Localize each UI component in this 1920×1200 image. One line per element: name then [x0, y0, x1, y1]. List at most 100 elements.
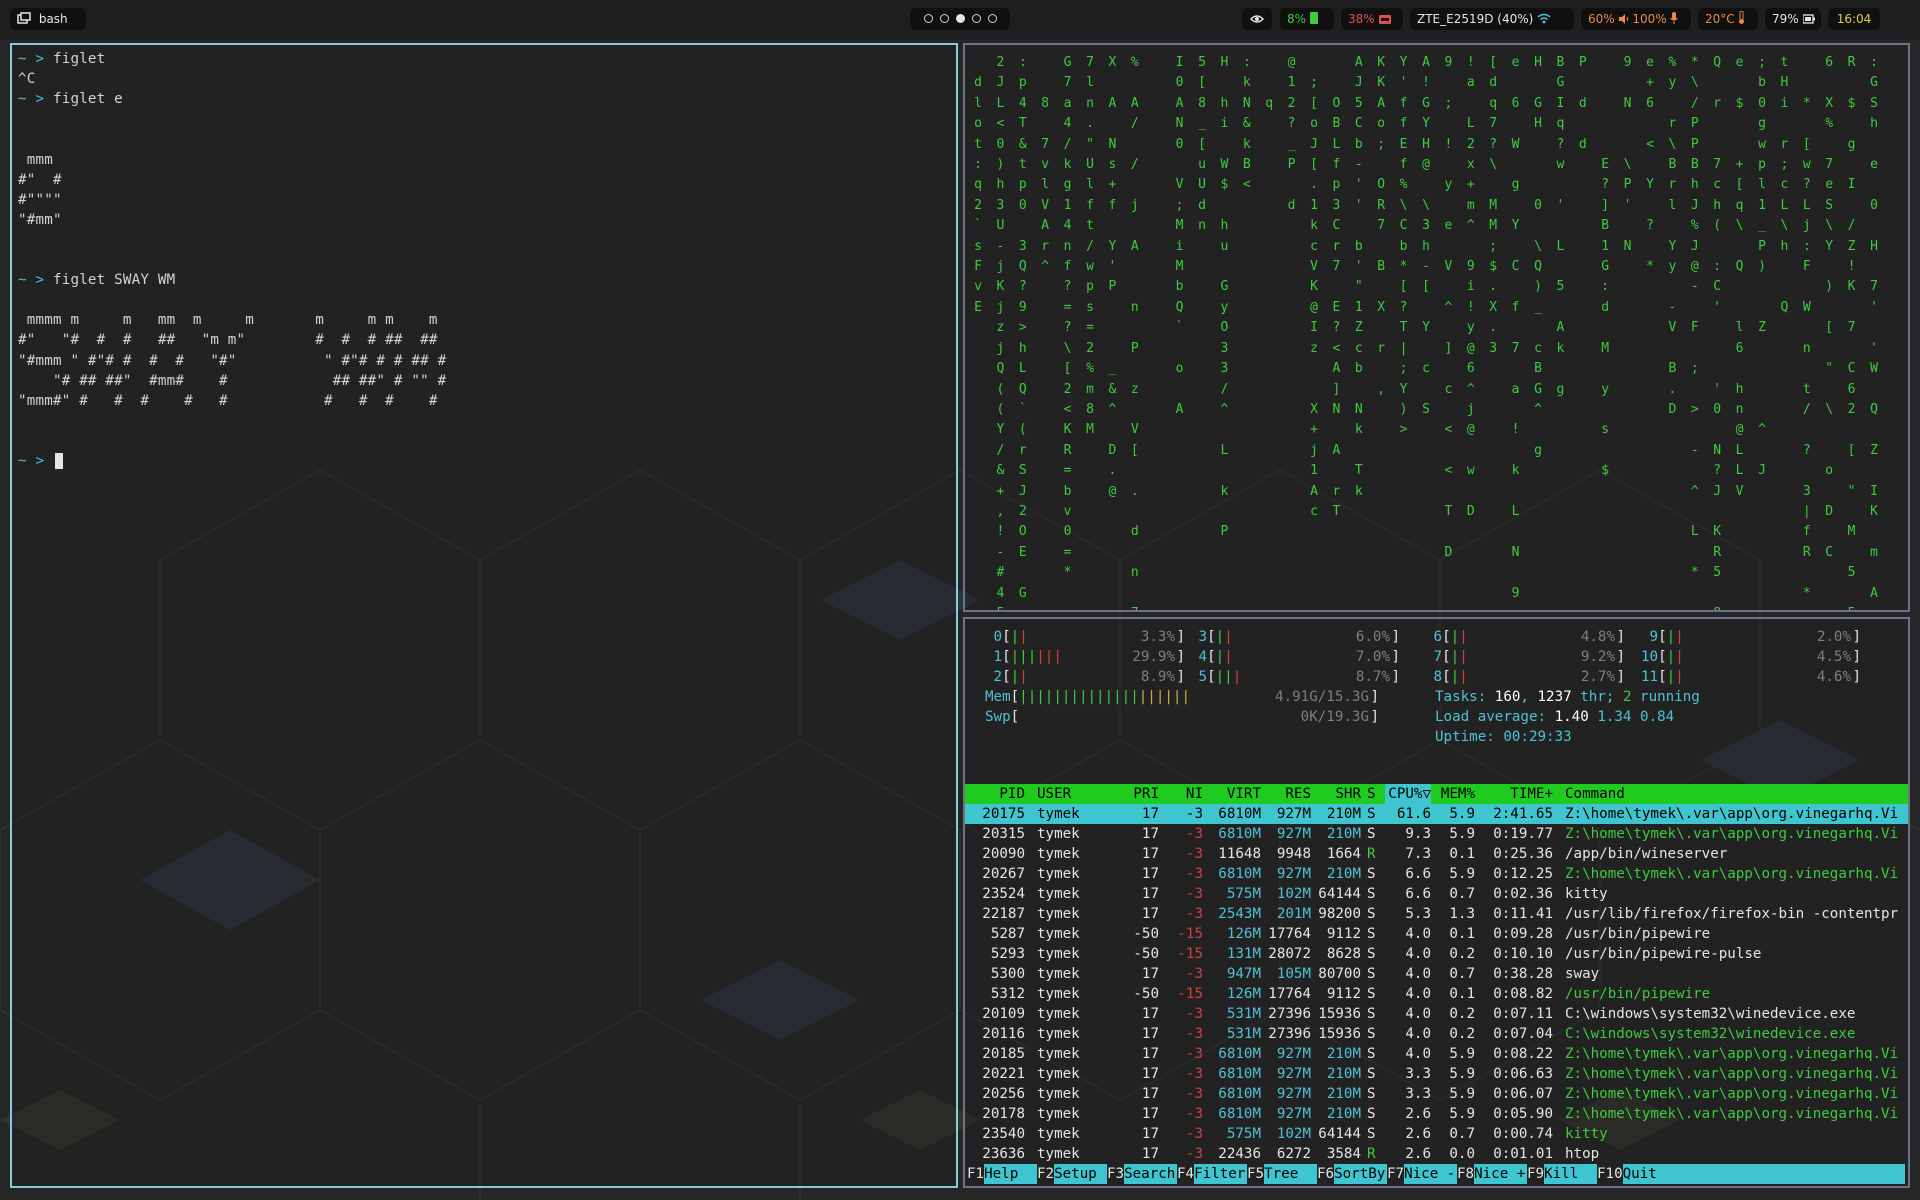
column-header-pri[interactable]: PRI — [1105, 784, 1159, 804]
uptime: Uptime: 00:29:33 — [1435, 727, 1572, 747]
process-ni: -3 — [1185, 1126, 1203, 1142]
fkey-f7[interactable]: F7Nice - — [1387, 1164, 1457, 1184]
fkey-f10[interactable]: F10Quit — [1597, 1164, 1905, 1184]
window-title-pill[interactable]: bash — [10, 8, 86, 30]
fkey-f5[interactable]: F5Tree — [1247, 1164, 1317, 1184]
text-cursor — [54, 453, 63, 469]
uptime-value: 00:29:33 — [1503, 729, 1572, 745]
bracket: [ — [1207, 669, 1216, 685]
process-row[interactable]: 5312 tymek -50 -15 126M 17764 9112 S 4.0 0.1 0:08.… — [965, 984, 1908, 1004]
process-shr: 80700 — [1318, 966, 1361, 982]
cpu-percent: 6.0% — [1355, 629, 1390, 645]
volume-value: 100% — [1632, 12, 1667, 26]
fkey-f4[interactable]: F4Filter — [1177, 1164, 1247, 1184]
terminal-line: #"""" — [18, 190, 62, 210]
terminal-bash[interactable]: ~ > figlet ^C ~ > figlet e mmm #" # #"""" "#m… — [10, 43, 958, 1188]
cpu-bar-sys: | — [1232, 669, 1242, 685]
process-pid: 20256 — [982, 1086, 1025, 1102]
column-header-ni[interactable]: NI — [1165, 784, 1203, 804]
process-pri: 17 — [1141, 806, 1159, 822]
process-shr: 210M — [1326, 806, 1361, 822]
column-header-time[interactable]: TIME+ — [1481, 784, 1553, 804]
bracket: [ — [1442, 649, 1451, 665]
fkey-f3[interactable]: F3Search — [1107, 1164, 1177, 1184]
process-res: 102M — [1276, 1126, 1311, 1142]
process-row[interactable]: 20267 tymek 17 -3 6810M 927M 210M S 6.6 5.9 0:12.2… — [965, 864, 1908, 884]
process-row[interactable]: 23540 tymek 17 -3 575M 102M 64144 S 2.6 0.7 0:00.7… — [965, 1124, 1908, 1144]
process-res: 27396 — [1268, 1006, 1311, 1022]
process-row[interactable]: 20090 tymek 17 -3 11648 9948 1664 R 7.3 0.1 0:25.3… — [965, 844, 1908, 864]
process-row[interactable]: 23636 tymek 17 -3 22436 6272 3584 R 2.6 0.0 0:01.0… — [965, 1144, 1908, 1164]
running-label: running — [1631, 689, 1700, 705]
workspace-3[interactable] — [956, 14, 965, 23]
process-table-header[interactable]: PID USER PRI NI VIRT RES SHR S CPU%▽ MEM% TIME+ Com… — [965, 784, 1908, 804]
process-row[interactable]: 20315 tymek 17 -3 6810M 927M 210M S 9.3 5.9 0:19.7… — [965, 824, 1908, 844]
fkey-f9[interactable]: F9Kill — [1527, 1164, 1597, 1184]
terminal-cmatrix[interactable]: d l o t : q 2 ` s F v E 2 J L < 0 ) h 3 U… — [963, 43, 1910, 612]
process-user: tymek — [1037, 1026, 1080, 1042]
cpu-id: 8 — [1425, 669, 1443, 685]
process-shr: 3584 — [1326, 1146, 1361, 1162]
matrix-column: O B L f p 3 C r 7 E ? < A ] N A r T — [1332, 95, 1341, 519]
column-header-cpu[interactable]: CPU%▽ — [1385, 784, 1431, 804]
prompt: ~ > — [18, 453, 53, 469]
microphone-icon — [1670, 9, 1679, 31]
column-header-s[interactable]: S — [1367, 784, 1379, 804]
column-header-mem[interactable]: MEM% — [1435, 784, 1475, 804]
process-virt: 575M — [1226, 886, 1261, 902]
fkey-f8[interactable]: F8Nice + — [1457, 1164, 1527, 1184]
process-row[interactable]: 5293 tymek -50 -15 131M 28072 8628 S 4.0 0.2 0:10.… — [965, 944, 1908, 964]
column-header-res[interactable]: RES — [1265, 784, 1311, 804]
process-row[interactable]: 20109 tymek 17 -3 531M 27396 15936 S 4.0 0.2 0:07.… — [965, 1004, 1908, 1024]
process-row[interactable]: 20178 tymek 17 -3 6810M 927M 210M S 2.6 5.9 0:05.9… — [965, 1104, 1908, 1124]
audio-indicator[interactable]: 60% 100% — [1581, 8, 1691, 30]
process-row[interactable]: 23524 tymek 17 -3 575M 102M 64144 S 6.6 0.7 0:02.3… — [965, 884, 1908, 904]
process-pri: 17 — [1141, 1066, 1159, 1082]
workspace-4[interactable] — [972, 14, 981, 23]
process-cmd: Z:\home\tymek\.var\app\org.vinegarhq.Vi — [1565, 866, 1899, 882]
idle-inhibitor[interactable] — [1242, 8, 1272, 30]
process-row[interactable]: 20116 tymek 17 -3 531M 27396 15936 S 4.0 0.2 0:07.… — [965, 1024, 1908, 1044]
workspace-1[interactable] — [924, 14, 933, 23]
column-header-cmd[interactable]: Command — [1565, 784, 1905, 804]
process-mem: 0.7 — [1449, 886, 1475, 902]
workspace-2[interactable] — [940, 14, 949, 23]
fkey-f1[interactable]: F1Help — [967, 1164, 1037, 1184]
process-virt: 6810M — [1218, 1066, 1261, 1082]
process-mem: 5.9 — [1449, 1046, 1475, 1062]
window-title: bash — [38, 12, 68, 26]
clock[interactable]: 16:04 — [1828, 8, 1880, 30]
temperature-indicator[interactable]: 20°C — [1698, 8, 1758, 30]
process-row[interactable]: 20175 tymek 17 -3 6810M 927M 210M S 61.6 5.9 2:41.… — [965, 804, 1908, 824]
cpu-bar-user: | — [1215, 649, 1225, 665]
workspace-5[interactable] — [988, 14, 997, 23]
column-header-user[interactable]: USER — [1037, 784, 1097, 804]
process-row[interactable]: 5300 tymek 17 -3 947M 105M 80700 S 4.0 0.7 0:38.28… — [965, 964, 1908, 984]
process-row[interactable]: 20256 tymek 17 -3 6810M 927M 210M S 3.3 5.9 0:06.0… — [965, 1084, 1908, 1104]
fkey-f6[interactable]: F6SortBy — [1317, 1164, 1387, 1184]
process-row[interactable]: 22187 tymek 17 -3 2543M 201M 98200 S 5.3 1.3 0:11.… — [965, 904, 1908, 924]
terminal-htop[interactable]: 0[|| 3.3%] 1[|||||| 29.9%] 2[|| 8.9%] 3[|| 6… — [963, 617, 1910, 1188]
swap-label: Swp — [985, 709, 1011, 725]
column-header-shr[interactable]: SHR — [1315, 784, 1361, 804]
bracket: [ — [1010, 689, 1020, 705]
cpu-bar-sys: | — [1675, 629, 1684, 645]
fkey-f2[interactable]: F2Setup — [1037, 1164, 1107, 1184]
network-indicator[interactable]: ZTE_E2519D (40%) — [1410, 8, 1574, 30]
process-pid: 23524 — [982, 886, 1025, 902]
cpu-percent: 9.2% — [1580, 649, 1615, 665]
cpu-percent: 4.6% — [1816, 669, 1851, 685]
memory-indicator[interactable]: 38% — [1341, 8, 1403, 30]
cpu-indicator[interactable]: 8% — [1280, 8, 1334, 30]
process-row[interactable]: 20221 tymek 17 -3 6810M 927M 210M S 3.3 5.9 0:06.6… — [965, 1064, 1908, 1084]
process-virt: 531M — [1226, 1006, 1261, 1022]
battery-indicator[interactable]: 79% — [1765, 8, 1821, 30]
process-pid: 20267 — [982, 866, 1025, 882]
column-header-virt[interactable]: VIRT — [1207, 784, 1261, 804]
process-row[interactable]: 20185 tymek 17 -3 6810M 927M 210M S 4.0 5.9 0:08.2… — [965, 1044, 1908, 1064]
process-row[interactable]: 5287 tymek -50 -15 126M 17764 9112 S 4.0 0.1 0:09.… — [965, 924, 1908, 944]
cpu-meter: 8[|| 2.7%] — [1425, 667, 1625, 687]
cpu-percent: 2.7% — [1580, 669, 1615, 685]
cpu-bar-sys: | — [1459, 649, 1468, 665]
column-header-pid[interactable]: PID — [967, 784, 1025, 804]
